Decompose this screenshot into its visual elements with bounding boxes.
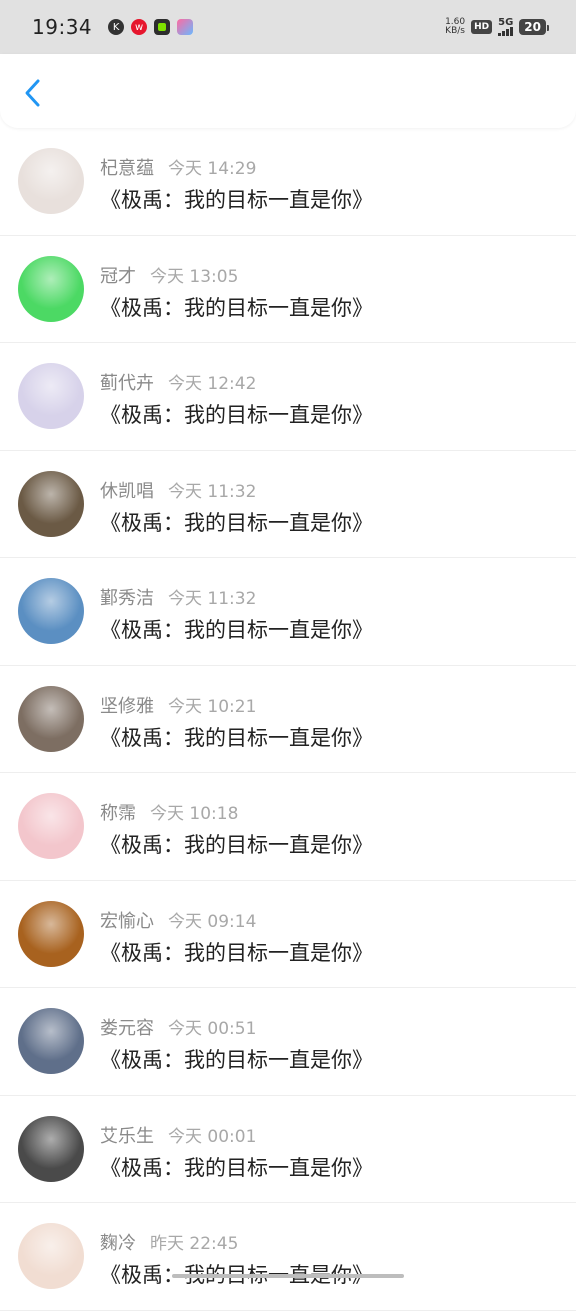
comment-time: 昨天 22:45 [150, 1234, 239, 1254]
comment-time: 今天 09:14 [168, 911, 257, 932]
list-item[interactable]: 休凯唱 今天 11:32 《极禹：我的目标一直是你》 [0, 451, 576, 558]
comment-time: 今天 10:18 [150, 804, 239, 824]
author-name[interactable]: 宏愉心 [100, 911, 154, 932]
comment-list: 杞意蕴 今天 14:29 《极禹：我的目标一直是你》 冠才 今天 13:05 《极禹：我的… [0, 128, 576, 1311]
divider [0, 1309, 576, 1311]
avatar[interactable] [18, 793, 84, 859]
comment-text: 《极禹：我的目标一直是你》 [100, 188, 373, 212]
avatar[interactable] [18, 900, 84, 967]
list-item[interactable]: 冠才 今天 13:05 《极禹：我的目标一直是你》 [0, 236, 576, 343]
author-name[interactable]: 麴冷 [100, 1233, 136, 1254]
author-name[interactable]: 称霈 [100, 803, 136, 824]
author-name[interactable]: 蓟代卉 [100, 373, 154, 394]
chevron-left-icon [25, 79, 40, 107]
comment-time: 今天 00:01 [168, 1126, 257, 1147]
list-item[interactable]: 娄元容 今天 00:51 《极禹：我的目标一直是你》 [0, 988, 576, 1096]
avatar[interactable] [18, 148, 84, 214]
signal-icon: 5G [498, 18, 513, 36]
author-name[interactable]: 坚修雅 [100, 696, 154, 717]
comment-time: 今天 14:29 [168, 159, 257, 179]
status-bar: 19:34 K w 1.60 KB/s HD 5G 20 [0, 0, 576, 54]
avatar[interactable] [18, 470, 84, 537]
avatar[interactable] [18, 578, 84, 644]
comment-text: 《极禹：我的目标一直是你》 [100, 1048, 373, 1072]
author-name[interactable]: 鄞秀洁 [100, 588, 154, 609]
comment-text: 《极禹：我的目标一直是你》 [100, 403, 373, 427]
battery-icon: 20 [519, 19, 549, 35]
comment-time: 今天 11:32 [168, 589, 257, 609]
list-item[interactable]: 麴冷 昨天 22:45 《极禹：我的目标一直是你》 [0, 1203, 576, 1311]
author-name[interactable]: 休凯唱 [100, 481, 154, 502]
avatar[interactable] [18, 1223, 84, 1289]
comment-author: 冠才 今天 13:05 [100, 262, 238, 288]
list-item[interactable]: 杞意蕴 今天 14:29 《极禹：我的目标一直是你》 [0, 128, 576, 236]
comment-time: 今天 12:42 [168, 374, 257, 394]
app-k-icon: K [108, 19, 125, 35]
list-item[interactable]: 鄞秀洁 今天 11:32 《极禹：我的目标一直是你》 [0, 558, 576, 666]
comment-author: 艾乐生 今天 00:01 [100, 1122, 256, 1148]
comment-author: 宏愉心 今天 09:14 [100, 907, 256, 933]
author-name[interactable]: 娄元容 [100, 1018, 154, 1039]
list-item[interactable]: 蓟代卉 今天 12:42 《极禹：我的目标一直是你》 [0, 343, 576, 451]
comment-text: 《极禹：我的目标一直是你》 [100, 833, 373, 857]
comment-time: 今天 11:32 [168, 481, 257, 502]
status-time: 19:34 [32, 15, 93, 39]
home-indicator[interactable] [172, 1274, 404, 1278]
list-item[interactable]: 坚修雅 今天 10:21 《极禹：我的目标一直是你》 [0, 666, 576, 773]
avatar[interactable] [18, 1008, 84, 1074]
comment-text: 《极禹：我的目标一直是你》 [100, 295, 373, 320]
comment-text: 《极禹：我的目标一直是你》 [100, 1155, 373, 1180]
comment-author: 称霈 今天 10:18 [100, 799, 238, 825]
avatar[interactable] [18, 363, 84, 429]
author-name[interactable]: 冠才 [100, 266, 136, 287]
app-game-icon [177, 19, 194, 35]
list-item[interactable]: 称霈 今天 10:18 《极禹：我的目标一直是你》 [0, 773, 576, 881]
author-name[interactable]: 艾乐生 [100, 1126, 154, 1147]
comment-text: 《极禹：我的目标一直是你》 [100, 510, 373, 535]
comment-time: 今天 00:51 [168, 1019, 257, 1039]
avatar[interactable] [18, 1115, 84, 1182]
comment-time: 今天 10:21 [168, 696, 257, 717]
hd-icon: HD [471, 20, 493, 34]
comment-text: 《极禹：我的目标一直是你》 [100, 618, 373, 642]
comment-author: 娄元容 今天 00:51 [100, 1014, 256, 1040]
comment-text: 《极禹：我的目标一直是你》 [100, 940, 373, 965]
network-speed: 1.60 KB/s [445, 17, 466, 36]
list-item[interactable]: 宏愉心 今天 09:14 《极禹：我的目标一直是你》 [0, 881, 576, 988]
weibo-icon: w [131, 19, 148, 35]
app-green-icon [154, 19, 171, 35]
avatar[interactable] [18, 255, 84, 322]
comment-author: 休凯唱 今天 11:32 [100, 477, 256, 503]
comment-author: 麴冷 昨天 22:45 [100, 1229, 238, 1255]
comment-time: 今天 13:05 [150, 266, 239, 287]
top-bar [0, 54, 576, 128]
comment-author: 坚修雅 今天 10:21 [100, 692, 256, 718]
back-button[interactable] [18, 76, 46, 110]
list-item[interactable]: 艾乐生 今天 00:01 《极禹：我的目标一直是你》 [0, 1096, 576, 1203]
notification-icons: K w [108, 19, 194, 35]
comment-author: 蓟代卉 今天 12:42 [100, 369, 256, 395]
comment-text: 《极禹：我的目标一直是你》 [100, 725, 373, 750]
comment-author: 鄞秀洁 今天 11:32 [100, 584, 256, 610]
author-name[interactable]: 杞意蕴 [100, 158, 154, 179]
avatar[interactable] [18, 685, 84, 752]
comment-author: 杞意蕴 今天 14:29 [100, 154, 256, 180]
